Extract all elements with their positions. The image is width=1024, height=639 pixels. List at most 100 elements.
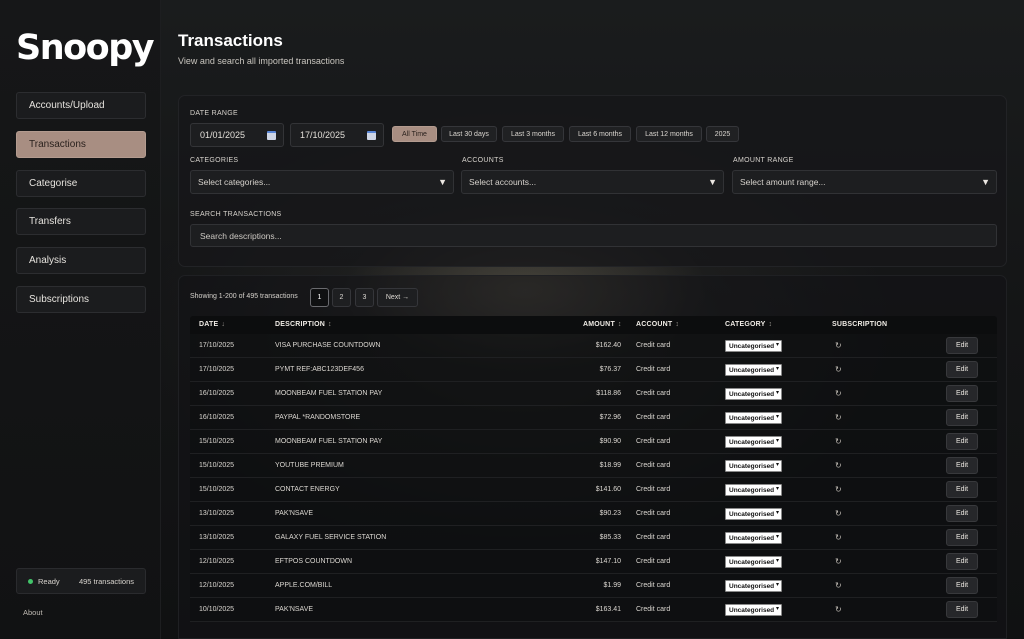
edit-button[interactable]: Edit [946, 433, 978, 450]
category-select[interactable]: Uncategorised ▾ [725, 460, 782, 472]
refresh-icon[interactable]: ↻ [835, 605, 842, 614]
category-select[interactable]: Uncategorised ▾ [725, 580, 782, 592]
edit-button[interactable]: Edit [946, 601, 978, 618]
category-select[interactable]: Uncategorised ▾ [725, 604, 782, 616]
accounts-label: ACCOUNTS [462, 157, 504, 164]
edit-button[interactable]: Edit [946, 553, 978, 570]
refresh-icon[interactable]: ↻ [835, 581, 842, 590]
account-cell: Credit card [636, 414, 671, 421]
column-description[interactable]: DESCRIPTION ↕ [275, 321, 332, 328]
preset-last-12-months[interactable]: Last 12 months [636, 126, 702, 142]
category-value: Uncategorised [729, 510, 775, 518]
edit-button[interactable]: Edit [946, 409, 978, 426]
refresh-icon[interactable]: ↻ [835, 461, 842, 470]
category-select[interactable]: Uncategorised ▾ [725, 556, 782, 568]
preset-last-6-months[interactable]: Last 6 months [569, 126, 631, 142]
calendar-icon[interactable] [267, 131, 276, 140]
chevron-down-icon: ▼ [438, 177, 447, 187]
table-row[interactable]: 16/10/2025 PAYPAL *RANDOMSTORE $72.96 Credi… [190, 406, 997, 430]
refresh-icon[interactable]: ↻ [835, 533, 842, 542]
edit-button[interactable]: Edit [946, 337, 978, 354]
table-row[interactable]: 17/10/2025 PYMT REF:ABC123DEF456 $76.37 Cre… [190, 358, 997, 382]
table-row[interactable]: 12/10/2025 APPLE.COM/BILL $1.99 Credit card… [190, 574, 997, 598]
chevron-down-icon: ▼ [981, 177, 990, 187]
category-select[interactable]: Uncategorised ▾ [725, 340, 782, 352]
sidebar: Snoopy Accounts/Upload Transactions Cate… [0, 0, 161, 639]
status-dot-icon [28, 578, 33, 584]
description-cell: YOUTUBE PREMIUM [275, 462, 344, 469]
amount-range-select[interactable]: Select amount range... ▼ [732, 170, 997, 194]
sidebar-item-accounts-upload[interactable]: Accounts/Upload [16, 92, 146, 119]
date-cell: 13/10/2025 [199, 534, 235, 541]
edit-button[interactable]: Edit [946, 529, 978, 546]
preset-last-3-months[interactable]: Last 3 months [502, 126, 564, 142]
preset-all-time[interactable]: All Time [392, 126, 437, 142]
search-input[interactable]: Search descriptions... [190, 224, 997, 247]
sidebar-item-categorise[interactable]: Categorise [16, 170, 146, 197]
description-cell: PYMT REF:ABC123DEF456 [275, 366, 364, 373]
refresh-icon[interactable]: ↻ [835, 341, 842, 350]
page-button-1[interactable]: 1 [310, 288, 329, 307]
edit-button[interactable]: Edit [946, 577, 978, 594]
refresh-icon[interactable]: ↻ [835, 365, 842, 374]
edit-button[interactable]: Edit [946, 385, 978, 402]
description-cell: CONTACT ENERGY [275, 486, 340, 493]
refresh-icon[interactable]: ↻ [835, 557, 842, 566]
category-select[interactable]: Uncategorised ▾ [725, 484, 782, 496]
refresh-icon[interactable]: ↻ [835, 485, 842, 494]
table-row[interactable]: 15/10/2025 MOONBEAM FUEL STATION PAY $90.9… [190, 430, 997, 454]
edit-button[interactable]: Edit [946, 481, 978, 498]
column-date[interactable]: DATE ↓ [199, 321, 225, 328]
date-cell: 15/10/2025 [199, 486, 235, 493]
refresh-icon[interactable]: ↻ [835, 509, 842, 518]
category-select[interactable]: Uncategorised ▾ [725, 508, 782, 520]
categories-select[interactable]: Select categories... ▼ [190, 170, 454, 194]
about-link[interactable]: About [23, 608, 43, 617]
table-row[interactable]: 17/10/2025 VISA PURCHASE COUNTDOWN $162.40… [190, 334, 997, 358]
page-button-2[interactable]: 2 [332, 288, 351, 307]
edit-button[interactable]: Edit [946, 361, 978, 378]
accounts-select[interactable]: Select accounts... ▼ [461, 170, 724, 194]
description-cell: EFTPOS COUNTDOWN [275, 558, 352, 565]
refresh-icon[interactable]: ↻ [835, 437, 842, 446]
preset-last-30-days[interactable]: Last 30 days [441, 126, 497, 142]
date-cell: 10/10/2025 [199, 606, 235, 613]
sidebar-item-subscriptions[interactable]: Subscriptions [16, 286, 146, 313]
edit-button[interactable]: Edit [946, 457, 978, 474]
calendar-icon[interactable] [367, 131, 376, 140]
sidebar-item-label: Transfers [29, 216, 71, 227]
table-row[interactable]: 13/10/2025 PAK'NSAVE $90.23 Credit card Unca… [190, 502, 997, 526]
refresh-icon[interactable]: ↻ [835, 413, 842, 422]
page-button-3[interactable]: 3 [355, 288, 374, 307]
column-account[interactable]: ACCOUNT ↕ [636, 321, 679, 328]
column-category[interactable]: CATEGORY ↕ [725, 321, 772, 328]
results-panel: Showing 1-200 of 495 transactions 1 2 3 … [178, 275, 1007, 639]
table-row[interactable]: 10/10/2025 PAK'NSAVE $163.41 Credit card Unc… [190, 598, 997, 622]
category-select[interactable]: Uncategorised ▾ [725, 412, 782, 424]
table-row[interactable]: 15/10/2025 CONTACT ENERGY $141.60 Credit ca… [190, 478, 997, 502]
next-page-button[interactable]: Next → [377, 288, 418, 307]
description-cell: VISA PURCHASE COUNTDOWN [275, 342, 381, 349]
date-to-input[interactable]: 17/10/2025 [290, 123, 384, 147]
category-select[interactable]: Uncategorised ▾ [725, 532, 782, 544]
column-amount[interactable]: AMOUNT ↕ [583, 321, 622, 328]
table-row[interactable]: 15/10/2025 YOUTUBE PREMIUM $18.99 Credit ca… [190, 454, 997, 478]
date-cell: 16/10/2025 [199, 414, 235, 421]
date-cell: 16/10/2025 [199, 390, 235, 397]
category-select[interactable]: Uncategorised ▾ [725, 364, 782, 376]
category-select[interactable]: Uncategorised ▾ [725, 436, 782, 448]
sidebar-item-label: Analysis [29, 255, 67, 266]
table-row[interactable]: 16/10/2025 MOONBEAM FUEL STATION PAY $118.… [190, 382, 997, 406]
edit-button[interactable]: Edit [946, 505, 978, 522]
table-row[interactable]: 12/10/2025 EFTPOS COUNTDOWN $147.10 Credit … [190, 550, 997, 574]
preset-2025[interactable]: 2025 [706, 126, 739, 142]
sidebar-item-transactions[interactable]: Transactions [16, 131, 146, 158]
refresh-icon[interactable]: ↻ [835, 389, 842, 398]
sidebar-item-transfers[interactable]: Transfers [16, 208, 146, 235]
category-value: Uncategorised [729, 366, 775, 374]
category-select[interactable]: Uncategorised ▾ [725, 388, 782, 400]
category-value: Uncategorised [729, 582, 775, 590]
date-from-input[interactable]: 01/01/2025 [190, 123, 284, 147]
table-row[interactable]: 13/10/2025 GALAXY FUEL SERVICE STATION $85… [190, 526, 997, 550]
sidebar-item-analysis[interactable]: Analysis [16, 247, 146, 274]
